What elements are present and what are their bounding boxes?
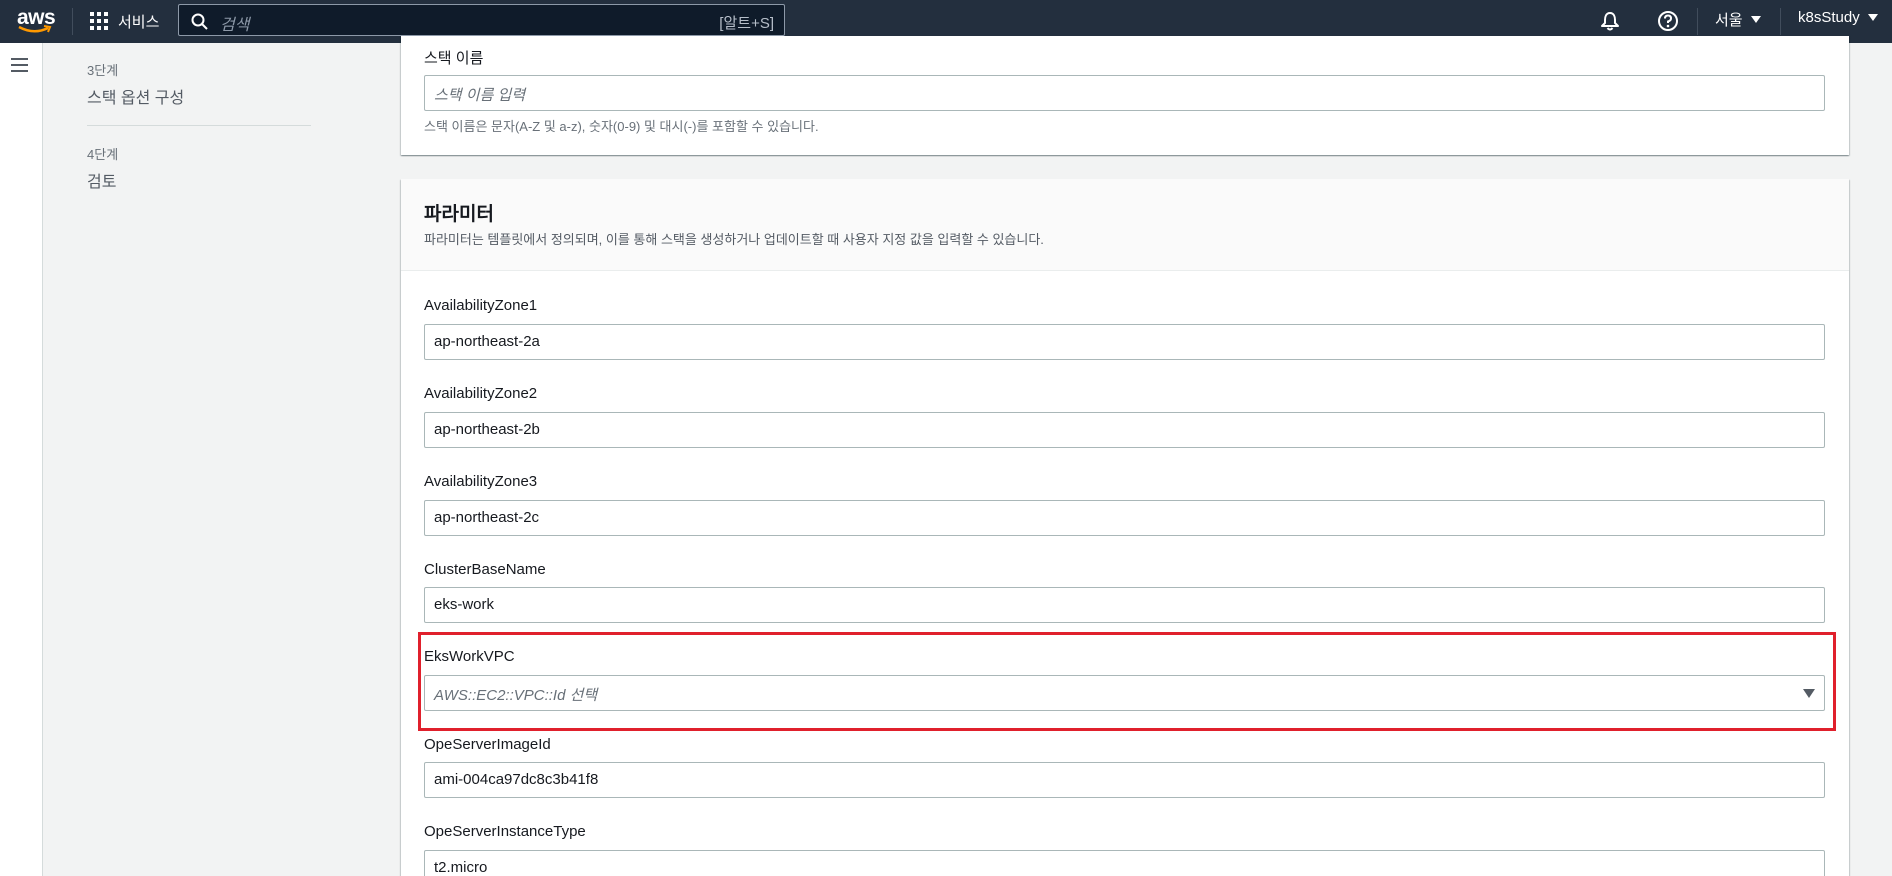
step-4-title[interactable]: 검토 <box>87 168 116 192</box>
caret-down-icon <box>1867 14 1878 21</box>
param-input-availabilityzone1[interactable]: ap-northeast-2a <box>424 324 1825 360</box>
account-menu[interactable]: k8sStudy <box>1798 9 1878 26</box>
aws-smile-icon <box>18 25 52 33</box>
param-label-availabilityzone3: AvailabilityZone3 <box>424 473 538 490</box>
parameters-header: 파라미터 파라미터는 템플릿에서 정의되며, 이를 통해 스택을 생성하거나 업… <box>401 179 1849 271</box>
nav-divider <box>1780 8 1781 35</box>
parameters-title: 파라미터 <box>424 204 494 225</box>
help-icon[interactable] <box>1657 10 1679 32</box>
stack-name-label: 스택 이름 <box>424 50 484 67</box>
account-label: k8sStudy <box>1798 9 1860 26</box>
step-4-label: 4단계 <box>87 147 119 162</box>
param-label-availabilityzone1: AvailabilityZone1 <box>424 297 538 314</box>
nav-divider <box>72 8 73 35</box>
stack-name-hint: 스택 이름은 문자(A-Z 및 a-z), 숫자(0-9) 및 대시(-)를 포… <box>424 119 819 134</box>
nav-divider <box>1697 8 1698 35</box>
param-input-availabilityzone2[interactable]: ap-northeast-2b <box>424 412 1825 448</box>
region-label: 서울 <box>1715 12 1743 29</box>
step-3-label: 3단계 <box>87 63 119 78</box>
search-icon <box>191 13 208 30</box>
parameters-description: 파라미터는 템플릿에서 정의되며, 이를 통해 스택을 생성하거나 업데이트할 … <box>424 232 1044 247</box>
menu-icon[interactable] <box>11 58 28 72</box>
side-navigation-rail <box>0 43 43 876</box>
param-input-availabilityzone3[interactable]: ap-northeast-2c <box>424 500 1825 536</box>
param-input-opeserverimageid[interactable]: ami-004ca97dc8c3b41f8 <box>424 762 1825 798</box>
step-3-title[interactable]: 스택 옵션 구성 <box>87 84 184 108</box>
search-placeholder: 검색 <box>220 17 250 34</box>
param-label-availabilityzone2: AvailabilityZone2 <box>424 385 538 402</box>
eksworkvpc-highlight-box <box>418 632 1836 731</box>
services-label: 서비스 <box>118 13 160 31</box>
bell-icon[interactable] <box>1600 11 1620 31</box>
step-divider <box>87 125 311 126</box>
stack-name-input[interactable]: 스택 이름 입력 <box>424 75 1825 111</box>
caret-down-icon <box>1750 16 1761 23</box>
region-selector[interactable]: 서울 <box>1715 9 1761 30</box>
param-label-opeserverimageid: OpeServerImageId <box>424 736 551 753</box>
param-input-opeserverinstancetype[interactable]: t2.micro <box>424 850 1825 876</box>
param-input-clusterbasename[interactable]: eks-work <box>424 587 1825 623</box>
services-menu[interactable]: 서비스 <box>90 9 159 33</box>
param-label-clusterbasename: ClusterBaseName <box>424 561 546 578</box>
search-shortcut: [알트+S] <box>719 15 774 32</box>
services-grid-icon <box>90 12 108 30</box>
aws-logo[interactable]: aws <box>17 6 56 36</box>
search-bar[interactable]: 검색 [알트+S] <box>178 4 785 36</box>
param-label-opeserverinstancetype: OpeServerInstanceType <box>424 823 586 840</box>
